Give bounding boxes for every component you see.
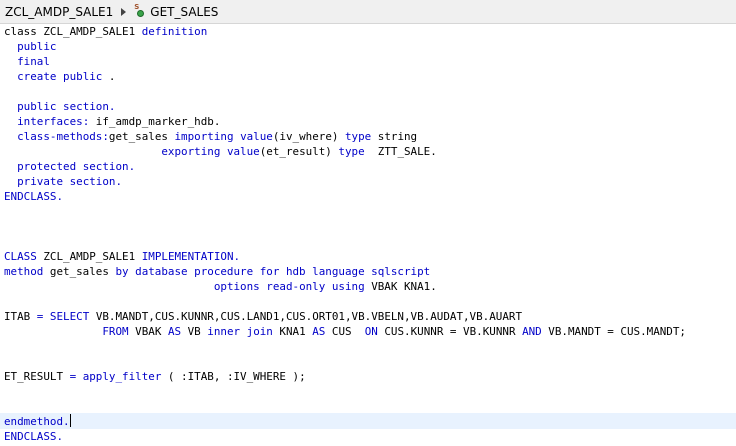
code-line-8: class-methods:get_sales importing value(… — [17, 130, 418, 143]
code-line-28: ENDCLASS. — [4, 430, 64, 443]
code-line-17: method get_sales by database procedure f… — [4, 265, 431, 278]
code-line-3: final — [17, 55, 50, 68]
code-line-1: class ZCL_AMDP_SALE1 definition — [4, 25, 208, 38]
code-line-16: CLASS ZCL_AMDP_SALE1 IMPLEMENTATION. — [4, 250, 241, 263]
chevron-right-icon — [121, 7, 127, 16]
code-line-21: FROM VBAK AS VB inner join KNA1 AS CUS O… — [102, 325, 686, 338]
code-line-2: public — [17, 40, 57, 53]
abap-editor-window: ZCL_AMDP_SALE1 S GET_SALES class ZCL_AMD… — [0, 0, 736, 446]
code-line-6: public section. — [17, 100, 116, 113]
code-line-7: interfaces: if_amdp_marker_hdb. — [17, 115, 221, 128]
code-editor[interactable]: class ZCL_AMDP_SALE1 definition public f… — [0, 24, 736, 446]
breadcrumb: ZCL_AMDP_SALE1 S GET_SALES — [0, 0, 736, 24]
breadcrumb-class[interactable]: ZCL_AMDP_SALE1 — [5, 5, 113, 19]
code-line-12: ENDCLASS. — [4, 190, 64, 203]
text-cursor — [69, 414, 71, 427]
code-line-11: private section. — [17, 175, 123, 188]
code-line-24: ET_RESULT = apply_filter ( :ITAB, :IV_WH… — [4, 370, 306, 383]
code-line-18: options read-only using VBAK KNA1. — [213, 280, 437, 293]
code-line-4: create public . — [17, 70, 116, 83]
code-line-9: exporting value(et_result) type ZTT_SALE… — [161, 145, 437, 158]
code-line-10: protected section. — [17, 160, 136, 173]
breadcrumb-method[interactable]: GET_SALES — [150, 5, 218, 19]
code-line-27: endmethod. — [4, 414, 71, 428]
code-line-20: ITAB = SELECT VB.MANDT,CUS.KUNNR,CUS.LAN… — [4, 310, 523, 323]
method-icon: S — [134, 3, 146, 18]
current-line-highlight — [0, 413, 736, 429]
